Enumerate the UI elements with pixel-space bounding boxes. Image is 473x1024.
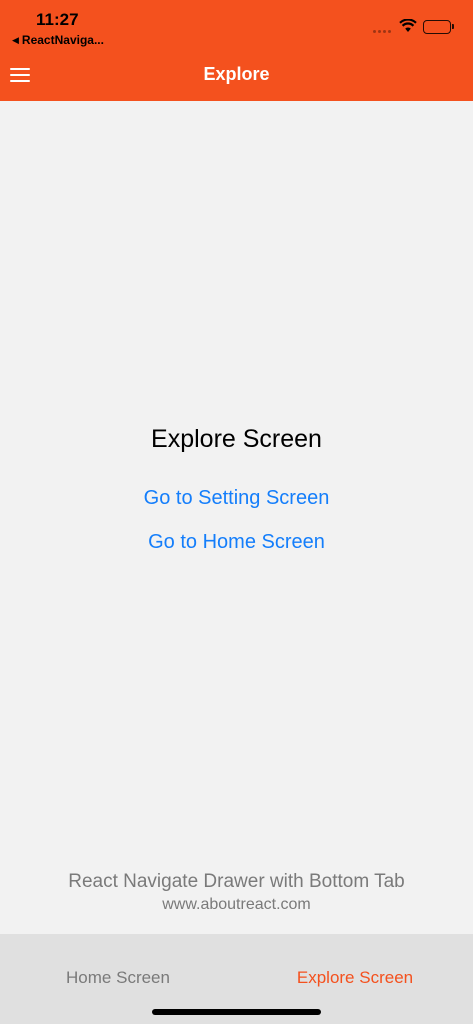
tab-home[interactable]: Home Screen	[0, 968, 236, 988]
home-indicator[interactable]	[152, 1009, 321, 1015]
go-to-home-button[interactable]: Go to Home Screen	[0, 531, 473, 554]
status-time: 11:27	[36, 10, 79, 29]
footer-title: React Navigate Drawer with Bottom Tab	[68, 871, 405, 892]
footer-url: www.aboutreact.com	[162, 896, 311, 913]
header-title: Explore	[203, 64, 270, 84]
tab-explore[interactable]: Explore Screen	[237, 968, 473, 988]
battery-icon	[423, 20, 454, 34]
screen-title: Explore Screen	[151, 425, 322, 453]
back-to-app-button[interactable]: ◀ ReactNaviga...	[12, 33, 104, 47]
wifi-icon	[399, 19, 417, 32]
go-to-setting-button[interactable]: Go to Setting Screen	[0, 487, 473, 510]
back-app-label: ReactNaviga...	[21, 33, 104, 47]
main-content: Explore Screen Go to Setting Screen Go t…	[0, 101, 473, 934]
back-triangle-icon: ◀	[12, 34, 19, 45]
header: 11:27 ◀ ReactNaviga... Explore	[0, 0, 473, 101]
cellular-signal-icon	[373, 30, 391, 33]
